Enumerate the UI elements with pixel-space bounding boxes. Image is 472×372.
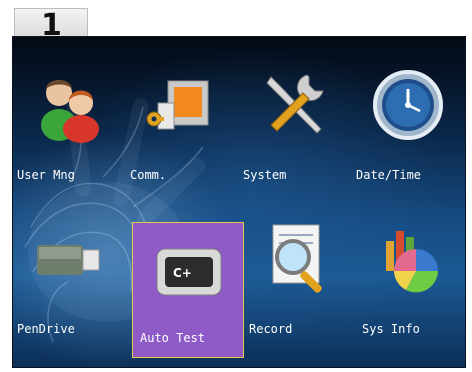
menu-item-label: Comm. (130, 168, 167, 182)
menu-item-date-time[interactable]: Date/Time (352, 59, 464, 195)
usb-drive-icon (37, 245, 100, 275)
magnifier-document-icon (272, 224, 322, 293)
tools-icon (266, 74, 324, 134)
menu-item-label: System (243, 168, 287, 182)
menu-item-label: Auto Test (140, 331, 206, 345)
chart-icon (386, 231, 438, 293)
menu-item-system[interactable]: System (239, 59, 351, 195)
chip-test-icon: C+ (156, 248, 222, 296)
menu-item-user-mng[interactable]: User Mng (13, 59, 125, 195)
menu-item-label: User Mng (17, 168, 75, 182)
menu-item-pendrive[interactable]: PenDrive (13, 213, 125, 349)
communication-icon (146, 80, 209, 130)
menu-item-comm[interactable]: Comm. (126, 59, 238, 195)
device-screen: User Mng Comm. System Date/Time PenDrive… (12, 36, 466, 368)
menu-item-label: Date/Time (356, 168, 422, 182)
menu-item-auto-test[interactable]: C+ Auto Test (132, 222, 244, 358)
menu-item-label: Record (249, 322, 293, 336)
menu-item-label: Sys Info (362, 322, 420, 336)
clock-icon (373, 70, 443, 140)
menu-item-label: PenDrive (17, 322, 75, 336)
users-icon (41, 80, 99, 143)
svg-text:C+: C+ (173, 266, 192, 280)
menu-item-record[interactable]: Record (245, 213, 357, 349)
menu-item-sys-info[interactable]: Sys Info (358, 213, 465, 349)
